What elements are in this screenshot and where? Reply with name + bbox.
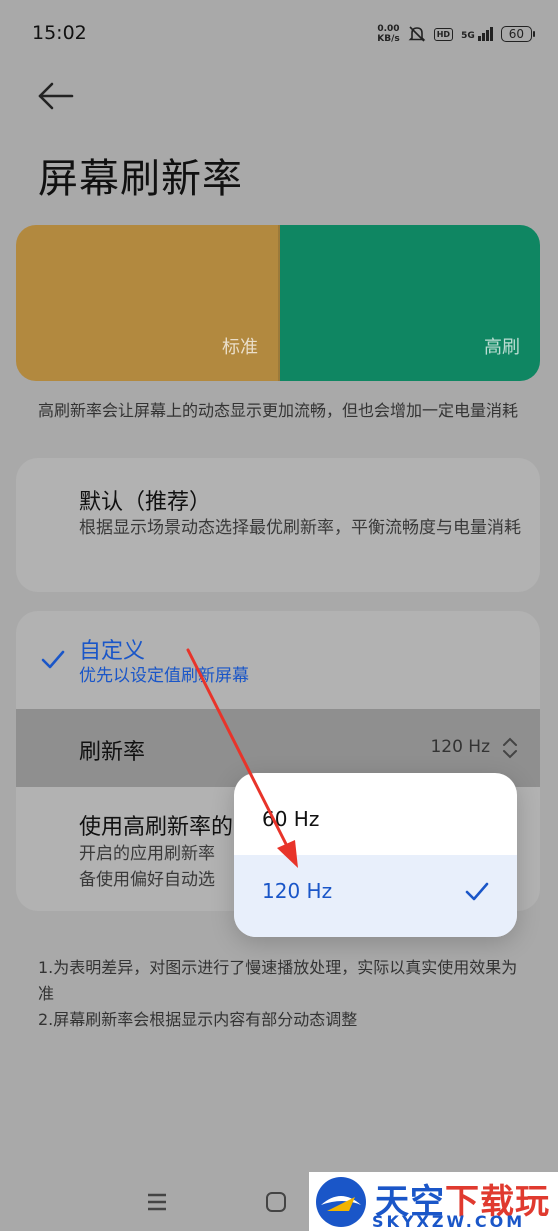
- menu-icon[interactable]: [147, 1193, 167, 1211]
- notes: 1.为表明差异，对图示进行了慢速播放处理，实际以真实使用效果为准 2.屏幕刷新率…: [38, 955, 528, 1033]
- home-icon[interactable]: [266, 1192, 286, 1212]
- watermark-logo-icon: [316, 1177, 366, 1227]
- annotation-arrow-icon: [186, 648, 298, 868]
- watermark-domain: SKYXZW.COM: [372, 1212, 526, 1231]
- note-item: 1.为表明差异，对图示进行了慢速播放处理，实际以真实使用效果为准: [38, 958, 518, 1003]
- note-item: 2.屏幕刷新率会根据显示内容有部分动态调整: [38, 1010, 358, 1029]
